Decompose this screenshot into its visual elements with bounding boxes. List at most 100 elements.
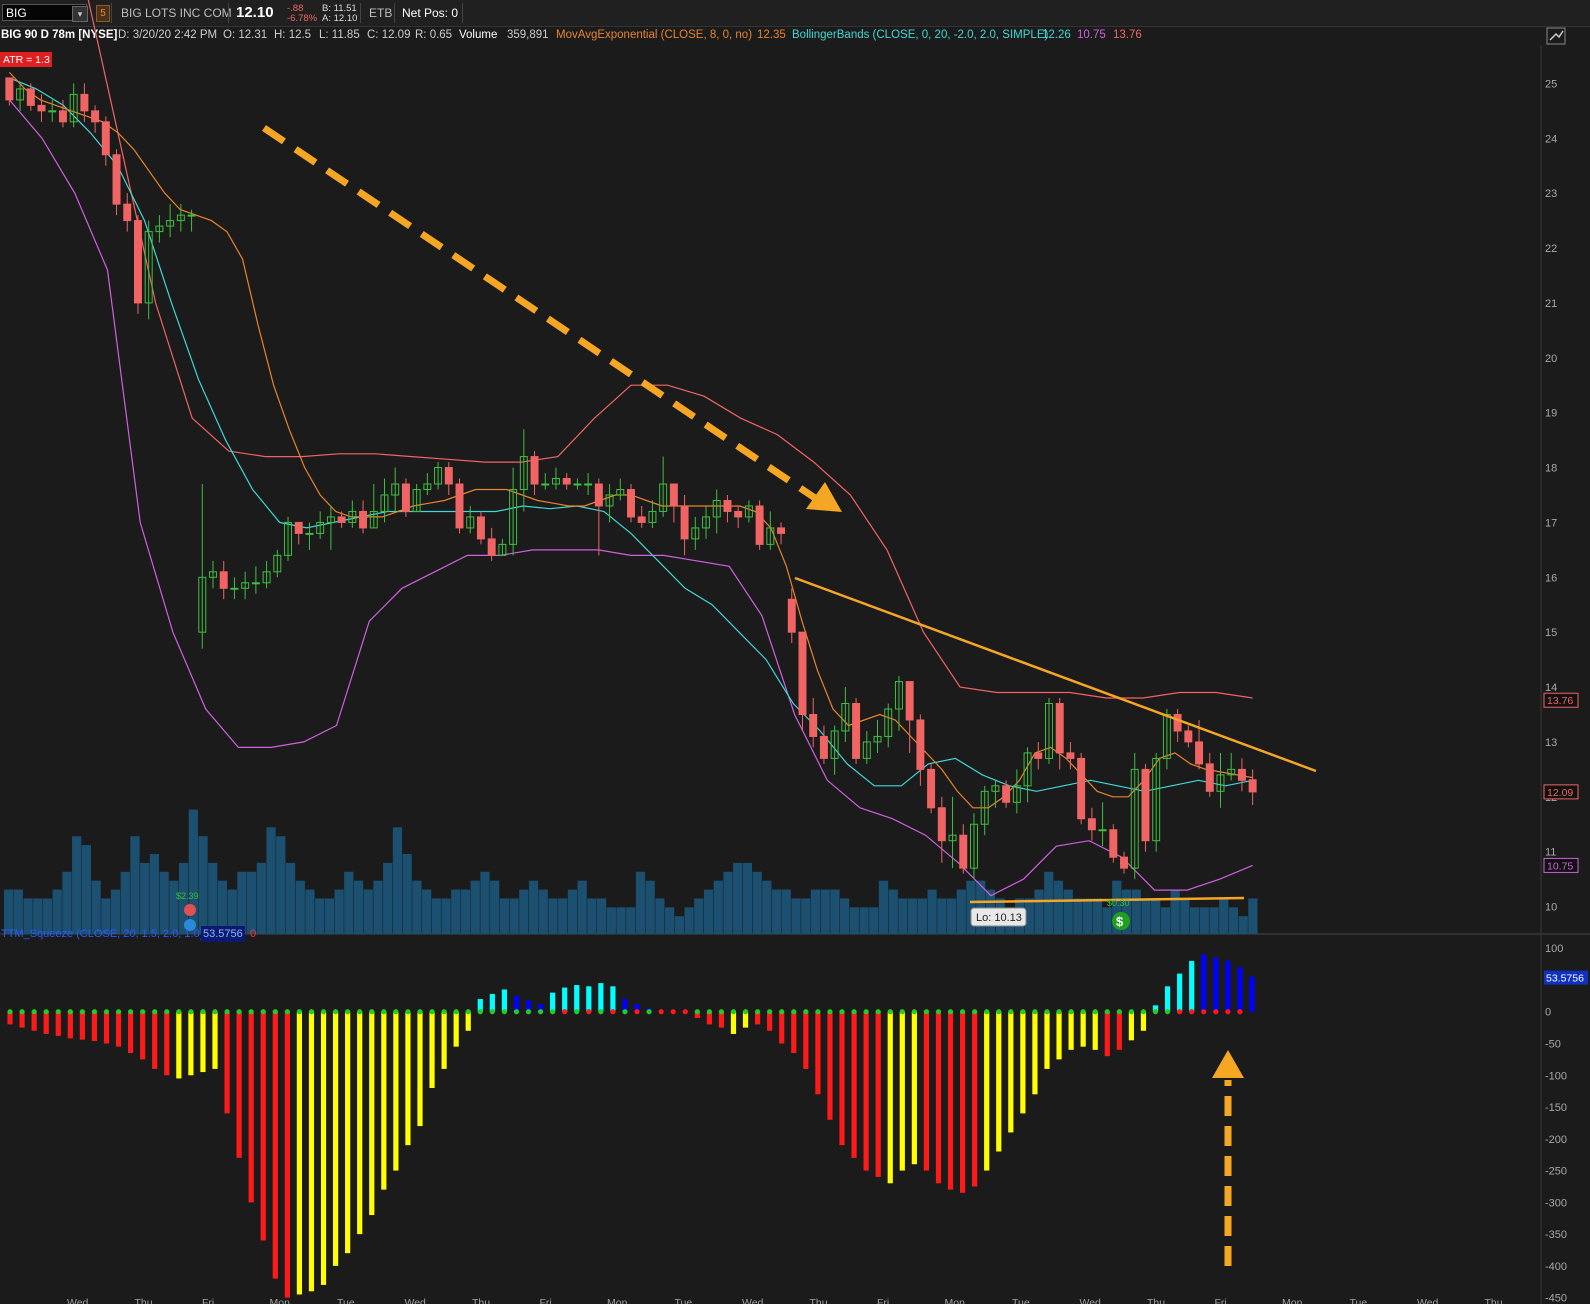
squeeze-bar bbox=[489, 993, 495, 1012]
downtrend-arrow-shaft[interactable] bbox=[262, 125, 817, 501]
volume-bar bbox=[859, 907, 869, 934]
squeeze-tick-label: -350 bbox=[1545, 1229, 1567, 1241]
volume-bar bbox=[548, 898, 558, 934]
squeeze-bar bbox=[887, 1011, 893, 1184]
volume-bar bbox=[285, 862, 296, 934]
price-chart[interactable]: 1011121314151617181920212223242513.7612.… bbox=[0, 0, 1590, 1304]
candle-down bbox=[58, 110, 67, 123]
squeeze-bar bbox=[1177, 973, 1183, 1012]
bollinger-mid-line bbox=[9, 77, 1253, 792]
squeeze-dot bbox=[103, 1009, 110, 1015]
squeeze-dot bbox=[1056, 1009, 1062, 1015]
squeeze-bar bbox=[188, 1011, 194, 1076]
price-tick-label: 21 bbox=[1545, 298, 1557, 310]
squeeze-dot bbox=[586, 1009, 592, 1015]
squeeze-bar bbox=[115, 1011, 122, 1047]
squeeze-bar bbox=[393, 1011, 399, 1171]
volume-bar bbox=[1209, 907, 1219, 934]
volume-bar bbox=[149, 853, 160, 934]
squeeze-bar bbox=[550, 992, 556, 1012]
candle-down bbox=[798, 631, 807, 715]
candle-down bbox=[101, 121, 110, 156]
time-tick-label: Tue bbox=[1350, 1297, 1368, 1304]
volume-bar bbox=[869, 907, 879, 934]
candle-down bbox=[26, 88, 35, 106]
squeeze-dot bbox=[791, 1009, 797, 1015]
squeeze-bar bbox=[369, 1011, 375, 1216]
volume-bar bbox=[460, 889, 471, 934]
candle-down bbox=[927, 768, 936, 809]
squeeze-dot bbox=[984, 1009, 990, 1015]
volume-bar bbox=[412, 880, 422, 934]
squeeze-dot bbox=[332, 1009, 339, 1015]
squeeze-dot bbox=[176, 1009, 182, 1015]
volume-bar bbox=[295, 880, 305, 934]
squeeze-dot bbox=[224, 1009, 230, 1015]
candle-down bbox=[937, 807, 946, 842]
squeeze-bar bbox=[1044, 1011, 1050, 1069]
squeeze-bar bbox=[67, 1011, 73, 1039]
volume-bar bbox=[62, 871, 72, 934]
squeeze-dot bbox=[1092, 1009, 1098, 1015]
squeeze-bar bbox=[935, 1011, 942, 1184]
resistance-trendline[interactable] bbox=[794, 576, 1317, 773]
candle-down bbox=[487, 538, 496, 556]
squeeze-axis[interactable]: 100 0 -50 -100 -150 -200 -250 -300 -350 -400 -450 5… bbox=[1544, 943, 1588, 1304]
volume-bar bbox=[334, 889, 344, 934]
volume-bar bbox=[946, 898, 957, 934]
volume-bar bbox=[266, 827, 276, 934]
volume-bar bbox=[898, 898, 908, 934]
candle-down bbox=[294, 521, 303, 534]
squeeze-bar bbox=[128, 1011, 134, 1054]
squeeze-dot bbox=[55, 1009, 61, 1015]
squeeze-bar bbox=[598, 983, 604, 1012]
squeeze-bar bbox=[55, 1011, 61, 1036]
squeeze-study-label[interactable]: TTM_Squeeze (CLOSE, 20, 1.5, 2.0, 1.0) bbox=[1, 926, 203, 942]
candle-down bbox=[1120, 856, 1129, 869]
price-tick-label: 23 bbox=[1545, 188, 1557, 200]
squeeze-bar bbox=[31, 1011, 37, 1031]
volume-bar bbox=[1170, 889, 1180, 934]
volume-bar bbox=[208, 862, 218, 934]
price-marker-label: 12.09 bbox=[1547, 787, 1573, 799]
squeeze-bar bbox=[284, 1011, 290, 1298]
volume-bar bbox=[1073, 898, 1083, 934]
squeeze-bar bbox=[465, 1011, 471, 1031]
squeeze-bar bbox=[236, 1011, 242, 1158]
squeeze-dot bbox=[562, 1009, 568, 1015]
squeeze-bar bbox=[851, 1011, 857, 1158]
squeeze-tick-label: 100 bbox=[1545, 943, 1563, 955]
price-axis[interactable]: 1011121314151617181920212223242513.7612.… bbox=[1543, 78, 1579, 914]
candle-down bbox=[916, 719, 925, 770]
squeeze-dot bbox=[574, 1009, 580, 1015]
squeeze-dot bbox=[31, 1009, 37, 1015]
time-axis[interactable]: Wed Thu Fri Mon Tue Wed Thu Fri Mon Tue Wed Thu Fri M… bbox=[67, 1297, 1503, 1304]
squeeze-dot bbox=[200, 1009, 206, 1015]
squeeze-dot bbox=[1201, 1009, 1207, 1015]
candle-down bbox=[444, 467, 453, 485]
squeeze-bar bbox=[610, 986, 616, 1012]
candle-down bbox=[337, 516, 346, 523]
drawing-tools-icon[interactable] bbox=[1546, 27, 1566, 45]
squeeze-dot bbox=[417, 1009, 423, 1015]
squeeze-bar bbox=[1164, 986, 1171, 1012]
squeeze-dot bbox=[188, 1009, 194, 1015]
squeeze-dot bbox=[1128, 1009, 1134, 1015]
squeeze-bar bbox=[815, 1011, 821, 1095]
squeeze-dot bbox=[815, 1009, 821, 1015]
squeeze-dot bbox=[646, 1009, 652, 1015]
time-tick-label: Wed bbox=[67, 1297, 89, 1304]
squeeze-bar bbox=[827, 1011, 833, 1120]
volume-bar bbox=[1092, 898, 1102, 934]
volume-bar bbox=[567, 889, 578, 934]
volume-bar bbox=[247, 871, 257, 934]
volume-bar bbox=[917, 898, 927, 934]
squeeze-dot bbox=[1032, 1009, 1038, 1015]
volume-bar bbox=[480, 871, 490, 934]
volume-bar bbox=[684, 907, 694, 934]
squeeze-bar bbox=[1080, 1011, 1086, 1047]
squeeze-bar bbox=[345, 1011, 351, 1254]
squeeze-dot bbox=[345, 1009, 351, 1015]
candle-up bbox=[305, 532, 314, 535]
time-tick-label: Fri bbox=[877, 1297, 889, 1304]
